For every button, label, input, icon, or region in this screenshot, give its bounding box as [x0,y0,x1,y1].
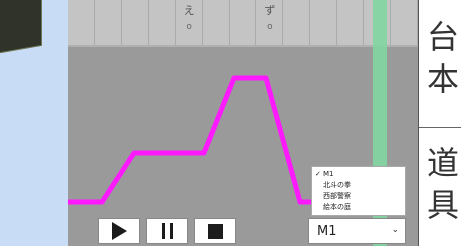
dropdown-item[interactable]: 北斗の拳 [314,180,405,191]
dropdown-item[interactable]: 絵本の庭 [314,202,405,213]
pause-button[interactable] [146,218,188,244]
app-window: えoずo ✓ M1 北斗の拳 西部警察 絵本の庭 M1 ⌄ 台 本 道 具 [0,0,461,246]
track-select[interactable]: M1 ⌄ [308,218,406,244]
props-label-char-2[interactable]: 具 [427,188,459,222]
dropdown-item-label: 北斗の拳 [323,181,351,189]
play-button[interactable] [98,218,140,244]
pause-icon [161,223,173,239]
script-label-char-1[interactable]: 台 [427,20,459,54]
dropdown-item-label: 絵本の庭 [323,203,351,211]
dropdown-menu: ✓ M1 北斗の拳 西部警察 絵本の庭 [311,166,406,216]
divider [419,127,461,128]
dropdown-item-label: M1 [323,170,334,178]
timeline-panel: えoずo ✓ M1 北斗の拳 西部警察 絵本の庭 M1 ⌄ [68,0,418,246]
chevron-down-icon: ⌄ [391,225,399,235]
script-label-char-2[interactable]: 本 [427,62,459,96]
dropdown-item[interactable]: 西部警察 [314,191,405,202]
track-select-value: M1 [317,224,337,239]
3d-object[interactable] [0,0,42,55]
dropdown-item[interactable]: ✓ M1 [314,169,405,180]
stop-button[interactable] [194,218,236,244]
check-icon: ✓ [315,170,321,178]
props-label-char-1[interactable]: 道 [427,146,459,180]
dropdown-item-label: 西部警察 [323,192,351,200]
right-text-panel: 台 本 道 具 [418,0,461,246]
stop-icon [207,223,223,239]
animation-curve[interactable] [68,75,312,205]
play-icon [111,222,127,240]
